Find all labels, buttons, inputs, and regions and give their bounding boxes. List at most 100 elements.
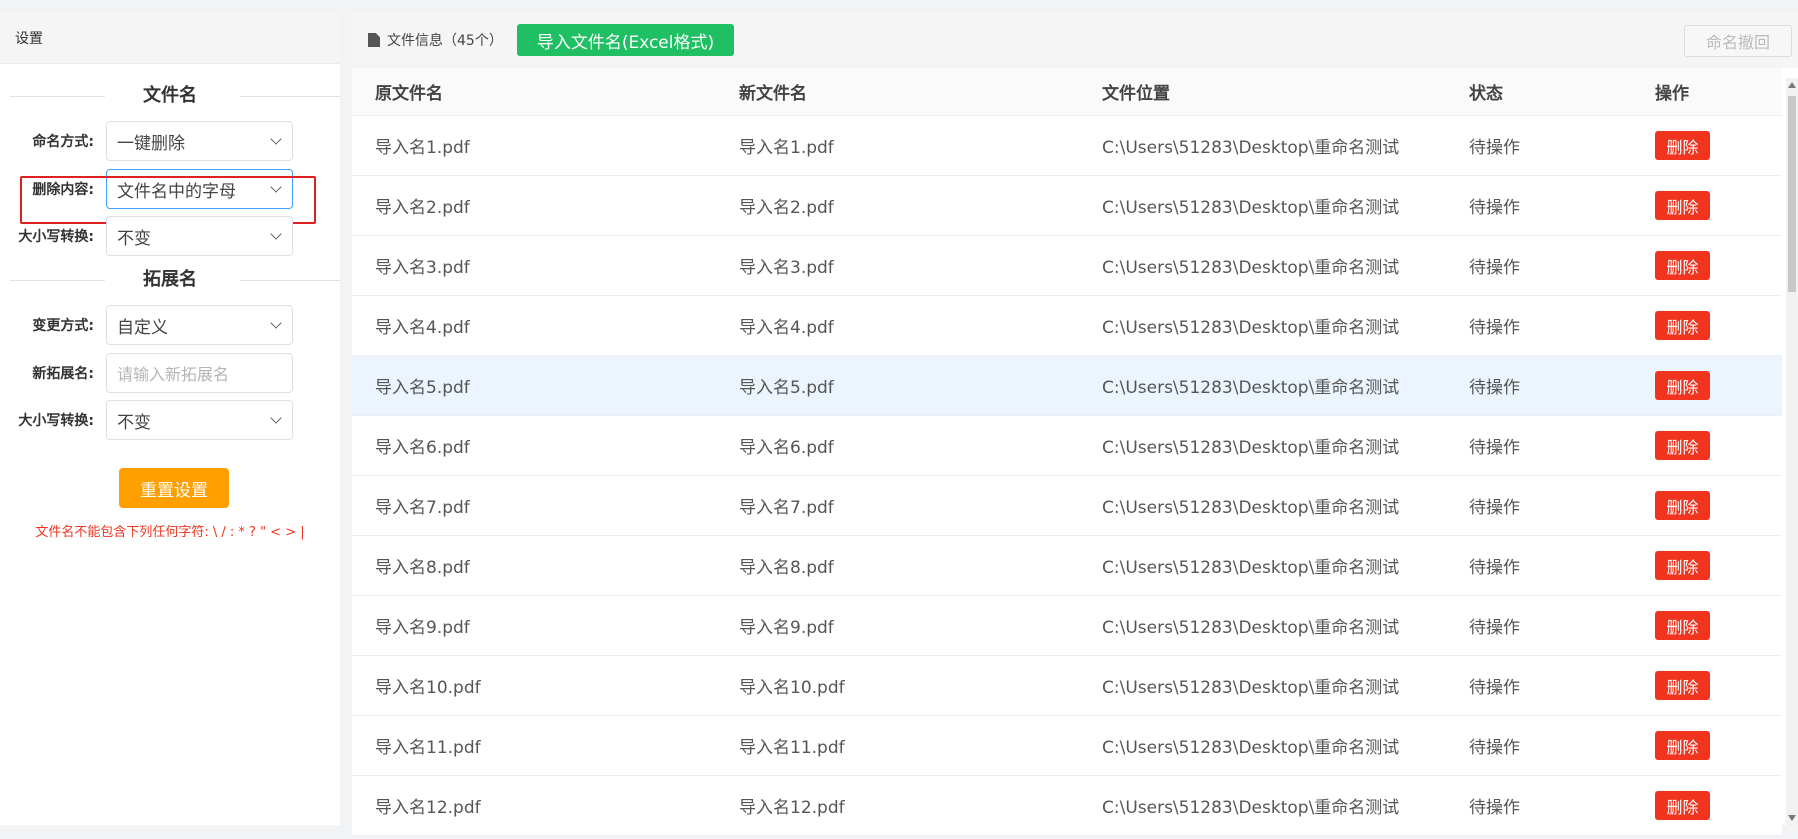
delete-row-button[interactable]: 删除 <box>1655 551 1710 580</box>
naming-mode-row: 命名方式: 一键删除 <box>0 120 340 162</box>
original-name-cell: 导入名11.pdf <box>375 738 481 758</box>
delete-row-button[interactable]: 删除 <box>1655 611 1710 640</box>
original-name-cell: 导入名3.pdf <box>375 258 470 278</box>
extension-section-label: 拓展名 <box>135 269 205 290</box>
new-name-cell: 导入名6.pdf <box>739 438 834 458</box>
delete-row-button[interactable]: 删除 <box>1655 491 1710 520</box>
delete-row-button[interactable]: 删除 <box>1655 671 1710 700</box>
col-status: 状态 <box>1469 84 1503 104</box>
case-convert-select[interactable]: 不变 <box>106 216 293 256</box>
table-row[interactable]: 导入名2.pdf 导入名2.pdf C:\Users\51283\Desktop\重… <box>352 176 1782 236</box>
case-convert-value: 不变 <box>117 228 151 249</box>
original-name-cell: 导入名9.pdf <box>375 618 470 638</box>
delete-row-button[interactable]: 删除 <box>1655 311 1710 340</box>
import-excel-button[interactable]: 导入文件名(Excel格式) <box>516 24 735 56</box>
file-table: 原文件名 新文件名 文件位置 状态 操作 导入名1.pdf 导入名1.pdf C:\… <box>352 68 1782 836</box>
table-row[interactable]: 导入名5.pdf 导入名5.pdf C:\Users\51283\Desktop\重… <box>352 356 1782 416</box>
ext-case-convert-value: 不变 <box>117 412 151 433</box>
status-cell: 待操作 <box>1469 198 1520 218</box>
new-name-cell: 导入名5.pdf <box>739 378 834 398</box>
original-name-cell: 导入名1.pdf <box>375 138 470 158</box>
delete-content-row: 删除内容: 文件名中的字母 <box>0 168 340 210</box>
naming-mode-select[interactable]: 一键删除 <box>106 121 293 161</box>
table-row[interactable]: 导入名8.pdf 导入名8.pdf C:\Users\51283\Desktop\重… <box>352 536 1782 596</box>
delete-row-button[interactable]: 删除 <box>1655 251 1710 280</box>
ext-case-convert-row: 大小写转换: 不变 <box>0 399 340 441</box>
table-row[interactable]: 导入名3.pdf 导入名3.pdf C:\Users\51283\Desktop\重… <box>352 236 1782 296</box>
delete-row-button[interactable]: 删除 <box>1655 371 1710 400</box>
chevron-down-icon <box>270 412 282 424</box>
status-cell: 待操作 <box>1469 378 1520 398</box>
new-name-cell: 导入名4.pdf <box>739 318 834 338</box>
table-row[interactable]: 导入名6.pdf 导入名6.pdf C:\Users\51283\Desktop\重… <box>352 416 1782 476</box>
original-name-cell: 导入名5.pdf <box>375 378 470 398</box>
new-name-cell: 导入名11.pdf <box>739 738 845 758</box>
original-name-cell: 导入名4.pdf <box>375 318 470 338</box>
naming-mode-label: 命名方式: <box>32 134 94 150</box>
naming-mode-value: 一键删除 <box>117 133 185 154</box>
col-action: 操作 <box>1655 84 1689 104</box>
settings-panel: 设置 文件名 命名方式: 一键删除 删除内容: 文件名中的字母 大小写转换: 不… <box>0 12 340 825</box>
change-mode-row: 变更方式: 自定义 <box>0 304 340 346</box>
table-row[interactable]: 导入名4.pdf 导入名4.pdf C:\Users\51283\Desktop\重… <box>352 296 1782 356</box>
delete-content-value: 文件名中的字母 <box>117 181 236 202</box>
chevron-down-icon <box>270 133 282 145</box>
delete-row-button[interactable]: 删除 <box>1655 131 1710 160</box>
location-cell: C:\Users\51283\Desktop\重命名测试 <box>1102 618 1400 638</box>
new-name-cell: 导入名2.pdf <box>739 198 834 218</box>
ext-case-convert-select[interactable]: 不变 <box>106 400 293 440</box>
original-name-cell: 导入名12.pdf <box>375 798 481 818</box>
table-row[interactable]: 导入名9.pdf 导入名9.pdf C:\Users\51283\Desktop\重… <box>352 596 1782 656</box>
location-cell: C:\Users\51283\Desktop\重命名测试 <box>1102 258 1400 278</box>
change-mode-label: 变更方式: <box>32 318 94 334</box>
settings-header: 设置 <box>0 12 340 64</box>
table-scrollbar[interactable] <box>1786 78 1798 825</box>
location-cell: C:\Users\51283\Desktop\重命名测试 <box>1102 498 1400 518</box>
status-cell: 待操作 <box>1469 558 1520 578</box>
location-cell: C:\Users\51283\Desktop\重命名测试 <box>1102 198 1400 218</box>
scroll-down-icon[interactable] <box>1788 815 1796 821</box>
delete-row-button[interactable]: 删除 <box>1655 431 1710 460</box>
original-name-cell: 导入名2.pdf <box>375 198 470 218</box>
file-list-panel: 文件信息（45个） 导入文件名(Excel格式) 命名撤回 原文件名 新文件名 … <box>352 12 1798 836</box>
chevron-down-icon <box>270 181 282 193</box>
table-row[interactable]: 导入名11.pdf 导入名11.pdf C:\Users\51283\Desktop… <box>352 716 1782 776</box>
scroll-thumb[interactable] <box>1788 96 1796 292</box>
file-list-header: 文件信息（45个） 导入文件名(Excel格式) 命名撤回 <box>352 12 1798 68</box>
scroll-up-icon[interactable] <box>1788 82 1796 88</box>
delete-row-button[interactable]: 删除 <box>1655 731 1710 760</box>
location-cell: C:\Users\51283\Desktop\重命名测试 <box>1102 558 1400 578</box>
original-name-cell: 导入名10.pdf <box>375 678 481 698</box>
table-row[interactable]: 导入名1.pdf 导入名1.pdf C:\Users\51283\Desktop\重… <box>352 116 1782 176</box>
new-ext-label: 新拓展名: <box>32 366 94 382</box>
col-original-name: 原文件名 <box>375 84 443 104</box>
new-ext-input[interactable]: 请输入新拓展名 <box>106 353 293 393</box>
new-name-cell: 导入名9.pdf <box>739 618 834 638</box>
status-cell: 待操作 <box>1469 318 1520 338</box>
extension-section-title: 拓展名 <box>0 265 340 295</box>
status-cell: 待操作 <box>1469 498 1520 518</box>
new-ext-row: 新拓展名: 请输入新拓展名 <box>0 352 340 394</box>
chevron-down-icon <box>270 228 282 240</box>
location-cell: C:\Users\51283\Desktop\重命名测试 <box>1102 318 1400 338</box>
location-cell: C:\Users\51283\Desktop\重命名测试 <box>1102 738 1400 758</box>
ext-case-convert-label: 大小写转换: <box>18 413 94 429</box>
location-cell: C:\Users\51283\Desktop\重命名测试 <box>1102 138 1400 158</box>
undo-rename-button[interactable]: 命名撤回 <box>1684 25 1792 57</box>
reset-settings-button[interactable]: 重置设置 <box>119 468 229 508</box>
case-convert-row: 大小写转换: 不变 <box>0 215 340 257</box>
filename-section-title: 文件名 <box>0 81 340 111</box>
delete-row-button[interactable]: 删除 <box>1655 791 1710 820</box>
table-row[interactable]: 导入名12.pdf 导入名12.pdf C:\Users\51283\Desktop… <box>352 776 1782 836</box>
table-row[interactable]: 导入名10.pdf 导入名10.pdf C:\Users\51283\Desktop… <box>352 656 1782 716</box>
col-location: 文件位置 <box>1102 84 1170 104</box>
status-cell: 待操作 <box>1469 618 1520 638</box>
original-name-cell: 导入名7.pdf <box>375 498 470 518</box>
change-mode-select[interactable]: 自定义 <box>106 305 293 345</box>
new-name-cell: 导入名8.pdf <box>739 558 834 578</box>
status-cell: 待操作 <box>1469 678 1520 698</box>
table-row[interactable]: 导入名7.pdf 导入名7.pdf C:\Users\51283\Desktop\重… <box>352 476 1782 536</box>
delete-row-button[interactable]: 删除 <box>1655 191 1710 220</box>
new-name-cell: 导入名1.pdf <box>739 138 834 158</box>
delete-content-select[interactable]: 文件名中的字母 <box>106 169 293 209</box>
